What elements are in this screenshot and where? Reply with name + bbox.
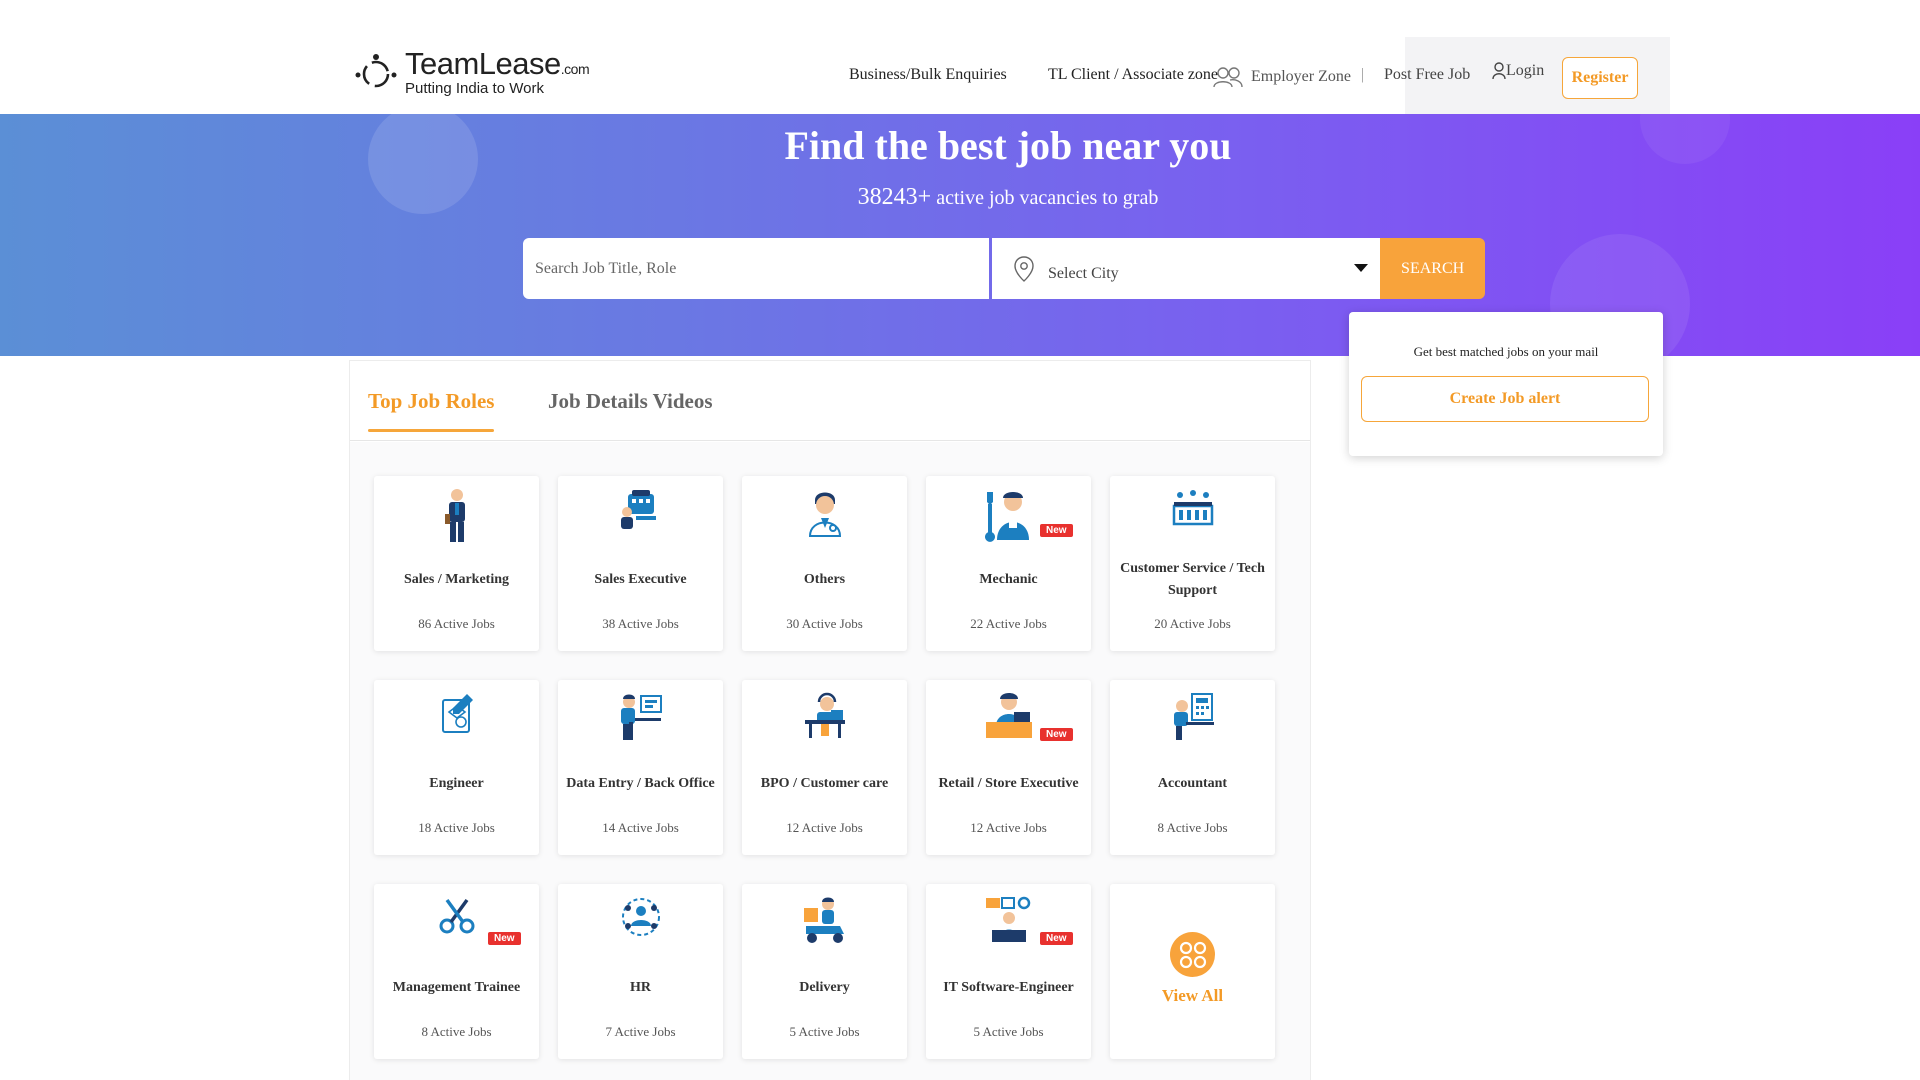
new-badge: New <box>488 932 521 945</box>
job-role-card[interactable]: Others 30 Active Jobs <box>742 476 907 651</box>
teamlease-logo[interactable]: TeamLease.com Putting India to Work <box>355 46 590 97</box>
data-entry-icon <box>558 692 723 750</box>
nav-post-free-job[interactable]: Post Free Job <box>1384 66 1470 84</box>
job-roles-grid: Sales / Marketing 86 Active Jobs Sales Exe… <box>350 442 1310 1080</box>
nav-tl-client-associate-zone[interactable]: TL Client / Associate zone <box>1048 66 1218 84</box>
job-role-count: 18 Active Jobs <box>418 820 495 835</box>
job-role-count: 5 Active Jobs <box>973 1024 1044 1039</box>
job-role-title: Data Entry / Back Office <box>566 776 715 791</box>
vacancy-text: active job vacancies to grab <box>931 187 1159 209</box>
nav-login[interactable]: Login <box>1492 62 1544 80</box>
job-role-card[interactable]: BPO / Customer care 12 Active Jobs <box>742 680 907 855</box>
location-pin-icon <box>1014 255 1034 282</box>
city-select-label: Select City <box>1048 264 1119 282</box>
doctor-icon <box>742 488 907 546</box>
grid-icon <box>1170 932 1215 977</box>
job-role-count: 7 Active Jobs <box>605 1024 676 1039</box>
job-search-bar: Select City SEARCH <box>523 238 1485 299</box>
job-title-search-input[interactable] <box>523 238 990 299</box>
job-role-title: Mechanic <box>979 572 1038 587</box>
job-role-card[interactable]: New Mechanic 22 Active Jobs <box>926 476 1091 651</box>
job-role-count: 86 Active Jobs <box>418 616 495 631</box>
job-role-card[interactable]: New Management Trainee 8 Active Jobs <box>374 884 539 1059</box>
job-role-title: Retail / Store Executive <box>938 776 1079 791</box>
job-role-card[interactable]: New IT Software-Engineer 5 Active Jobs <box>926 884 1091 1059</box>
job-role-title: Sales / Marketing <box>404 572 509 587</box>
register-button[interactable]: Register <box>1562 57 1638 99</box>
nav-business-bulk-enquiries[interactable]: Business/Bulk Enquiries <box>849 66 1007 84</box>
job-role-card[interactable]: Sales Executive 38 Active Jobs <box>558 476 723 651</box>
bpo-icon <box>742 692 907 750</box>
job-role-count: 20 Active Jobs <box>1154 616 1231 631</box>
job-role-title: Customer Service / Tech Support <box>1120 561 1265 598</box>
job-alert-text: Get best matched jobs on your mail <box>1413 344 1599 359</box>
job-role-title: Others <box>803 572 846 587</box>
job-role-card[interactable]: Engineer 18 Active Jobs <box>374 680 539 855</box>
logo-mark-icon <box>355 51 397 93</box>
job-role-card[interactable]: Accountant 8 Active Jobs <box>1110 680 1275 855</box>
job-role-count: 5 Active Jobs <box>789 1024 860 1039</box>
job-role-count: 12 Active Jobs <box>786 820 863 835</box>
trainee-icon <box>374 896 539 954</box>
job-role-count: 30 Active Jobs <box>786 616 863 631</box>
site-header: TeamLease.com Putting India to Work Busi… <box>0 0 1920 114</box>
employer-zone-label: Employer Zone <box>1251 68 1351 85</box>
new-badge: New <box>1040 524 1073 537</box>
job-role-title: Engineer <box>429 776 484 791</box>
job-role-count: 38 Active Jobs <box>602 616 679 631</box>
job-role-card[interactable]: Sales / Marketing 86 Active Jobs <box>374 476 539 651</box>
support-icon <box>1110 488 1275 546</box>
job-role-title: Sales Executive <box>594 572 687 587</box>
it-engineer-icon <box>926 896 1091 954</box>
job-alert-card: Get best matched jobs on your mail Creat… <box>1349 312 1663 456</box>
salesman-icon <box>374 488 539 546</box>
logo-tagline: Putting India to Work <box>405 80 544 97</box>
hero-subtitle: 38243+ active job vacancies to grab <box>0 184 1920 211</box>
employer-users-icon <box>1213 67 1243 88</box>
accountant-icon <box>1110 692 1275 750</box>
create-job-alert-button[interactable]: Create Job alert <box>1361 376 1649 422</box>
vacancy-count: 38243+ <box>857 184 932 210</box>
chevron-down-icon <box>1354 264 1369 272</box>
nav-employer-zone[interactable]: Employer Zone <box>1213 66 1351 88</box>
engineer-icon <box>374 692 539 750</box>
job-role-count: 12 Active Jobs <box>970 820 1047 835</box>
tab-job-details-videos[interactable]: Job Details Videos <box>548 389 713 414</box>
view-all-card[interactable]: View All <box>1110 884 1275 1059</box>
new-badge: New <box>1040 932 1073 945</box>
job-role-card[interactable]: Customer Service / Tech Support 20 Active… <box>1110 476 1275 651</box>
job-role-count: 8 Active Jobs <box>1157 820 1228 835</box>
job-role-count: 8 Active Jobs <box>421 1024 492 1039</box>
mechanic-icon <box>926 488 1091 546</box>
search-button[interactable]: SEARCH <box>1380 238 1485 299</box>
panel-tabs: Top Job Roles Job Details Videos <box>350 361 1310 441</box>
tab-top-job-roles[interactable]: Top Job Roles <box>368 389 495 432</box>
new-badge: New <box>1040 728 1073 741</box>
delivery-scooter-icon <box>742 896 907 954</box>
job-role-card[interactable]: New Retail / Store Executive 12 Active Job… <box>926 680 1091 855</box>
job-role-count: 14 Active Jobs <box>602 820 679 835</box>
job-role-title: Delivery <box>799 980 850 995</box>
sales-executive-icon <box>558 488 723 546</box>
retail-icon <box>926 692 1091 750</box>
login-label: Login <box>1506 62 1545 79</box>
job-role-count: 22 Active Jobs <box>970 616 1047 631</box>
logo-name: TeamLease.com <box>405 46 590 81</box>
user-icon <box>1492 62 1506 80</box>
hr-icon <box>558 896 723 954</box>
nav-separator: | <box>1361 66 1365 83</box>
job-role-card[interactable]: Data Entry / Back Office 14 Active Jobs <box>558 680 723 855</box>
job-role-title: BPO / Customer care <box>760 776 889 791</box>
hero-title: Find the best job near you <box>784 123 1232 168</box>
view-all-label: View All <box>1161 986 1224 1005</box>
job-role-card[interactable]: Delivery 5 Active Jobs <box>742 884 907 1059</box>
job-role-title: Accountant <box>1157 776 1228 791</box>
job-role-title: IT Software-Engineer <box>943 980 1074 995</box>
job-roles-panel: Top Job Roles Job Details Videos Sales /… <box>349 360 1311 1080</box>
city-select-dropdown[interactable]: Select City <box>992 238 1381 299</box>
job-role-title: Management Trainee <box>392 980 521 995</box>
job-role-title: HR <box>630 980 651 995</box>
job-role-card[interactable]: HR 7 Active Jobs <box>558 884 723 1059</box>
